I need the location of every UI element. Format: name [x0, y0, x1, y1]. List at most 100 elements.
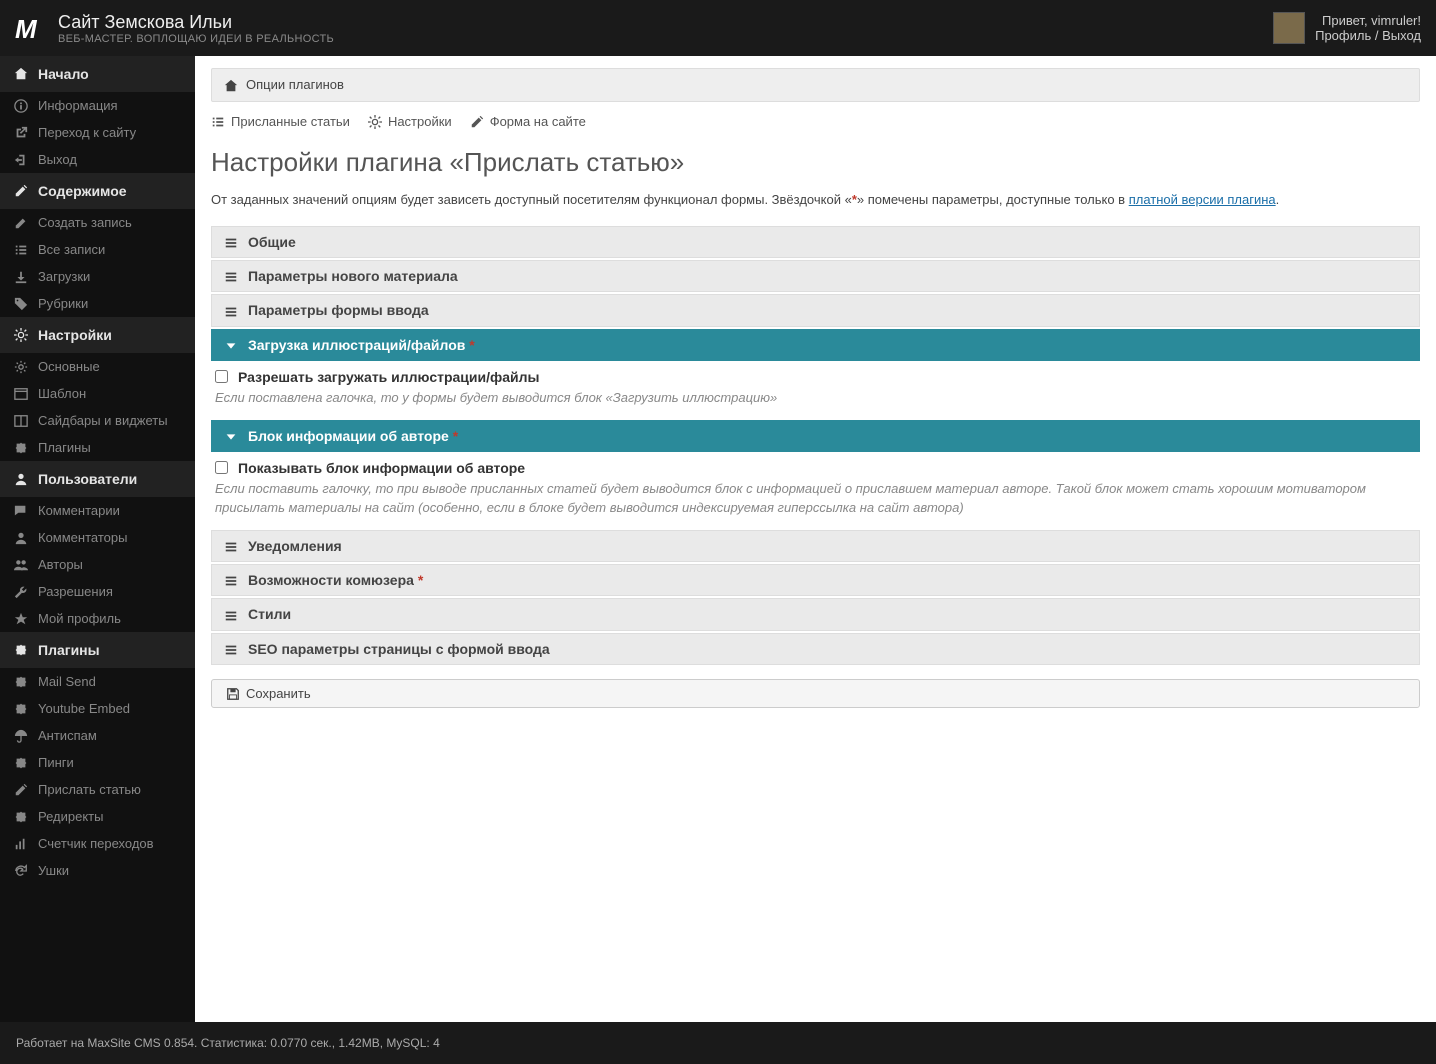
panel-header[interactable]: SEO параметры страницы с формой ввода — [211, 633, 1420, 665]
sidebar-item[interactable]: Авторы — [0, 551, 195, 578]
sidebar-item[interactable]: Основные — [0, 353, 195, 380]
panel-title: Возможности комюзера * — [248, 572, 423, 588]
breadcrumb-label: Опции плагинов — [246, 77, 344, 92]
sidebar-item[interactable]: Разрешения — [0, 578, 195, 605]
page-description: От заданных значений опциям будет зависе… — [211, 190, 1420, 210]
panel-header[interactable]: Стили — [211, 598, 1420, 630]
info-icon — [14, 98, 28, 113]
asterisk-icon: * — [418, 572, 423, 588]
asterisk-icon: * — [469, 337, 474, 353]
download-icon — [14, 269, 28, 284]
sidebar-group-header[interactable]: Содержимое — [0, 173, 195, 209]
sidebar-item[interactable]: Информация — [0, 92, 195, 119]
sidebar-group-header[interactable]: Настройки — [0, 317, 195, 353]
sidebar-item[interactable]: Пинги — [0, 749, 195, 776]
sidebar-item-label: Информация — [38, 98, 118, 113]
subnav-label: Настройки — [388, 114, 452, 129]
sidebar-item-label: Редиректы — [38, 809, 103, 824]
cog-icon — [14, 359, 28, 374]
edit-icon — [14, 184, 28, 199]
profile-link[interactable]: Профиль — [1315, 28, 1371, 43]
sidebar-item-label: Переход к сайту — [38, 125, 136, 140]
subnav-item[interactable]: Настройки — [368, 114, 452, 130]
sidebar-item[interactable]: Счетчик переходов — [0, 830, 195, 857]
panel-title: Параметры формы ввода — [248, 302, 429, 318]
checkbox[interactable] — [215, 461, 228, 474]
wrench-icon — [14, 584, 28, 599]
sidebar-item-label: Рубрики — [38, 296, 88, 311]
panel-header[interactable]: Уведомления — [211, 530, 1420, 562]
sidebar-item[interactable]: Шаблон — [0, 380, 195, 407]
save-icon — [226, 686, 240, 702]
subnav-item[interactable]: Присланные статьи — [211, 114, 350, 130]
sidebar-item-label: Шаблон — [38, 386, 86, 401]
hint-text: Если поставить галочку, то при выводе пр… — [215, 480, 1416, 518]
sidebar-item-label: Мой профиль — [38, 611, 121, 626]
sidebar-item-label: Пинги — [38, 755, 74, 770]
panel-header[interactable]: Параметры нового материала — [211, 260, 1420, 292]
sidebar-item[interactable]: Mail Send — [0, 668, 195, 695]
sidebar-item[interactable]: Youtube Embed — [0, 695, 195, 722]
sidebar-group-header[interactable]: Плагины — [0, 632, 195, 668]
sidebar-group-header[interactable]: Пользователи — [0, 461, 195, 497]
asterisk-icon: * — [453, 428, 458, 444]
sidebar-item[interactable]: Ушки — [0, 857, 195, 884]
sidebar-group-label: Настройки — [38, 327, 112, 343]
chevron-down-icon — [224, 428, 238, 444]
sidebar-item[interactable]: Загрузки — [0, 263, 195, 290]
sidebar-item[interactable]: Антиспам — [0, 722, 195, 749]
columns-icon — [14, 413, 28, 428]
sidebar-item-label: Загрузки — [38, 269, 90, 284]
sidebar-item[interactable]: Прислать статью — [0, 776, 195, 803]
sidebar-item-label: Основные — [38, 359, 100, 374]
home-icon — [224, 77, 238, 93]
sidebar-item-label: Счетчик переходов — [38, 836, 154, 851]
panel-header[interactable]: Возможности комюзера * — [211, 564, 1420, 596]
sidebar-item[interactable]: Создать запись — [0, 209, 195, 236]
sidebar-group-header[interactable]: Начало — [0, 56, 195, 92]
sidebar-item[interactable]: Комментарии — [0, 497, 195, 524]
save-button[interactable]: Сохранить — [211, 679, 1420, 709]
sidebar-item-label: Разрешения — [38, 584, 113, 599]
topbar: M Сайт Земскова Ильи Веб-мастер. Воплоща… — [0, 0, 1436, 56]
panel-header[interactable]: Блок информации об авторе * — [211, 420, 1420, 452]
list-icon — [211, 114, 225, 130]
sidebar-item[interactable]: Переход к сайту — [0, 119, 195, 146]
sidebar-group-label: Плагины — [38, 642, 100, 658]
footer: Работает на MaxSite CMS 0.854. Статистик… — [0, 1022, 1436, 1064]
checkbox-row: Разрешать загружать иллюстрации/файлы — [215, 369, 1416, 385]
sidebar: Начало Информация Переход к сайту Выход Соде… — [0, 56, 195, 1022]
puzzle-icon — [14, 643, 28, 658]
subnav-item[interactable]: Форма на сайте — [470, 114, 586, 130]
sidebar-item-label: Выход — [38, 152, 77, 167]
sidebar-item[interactable]: Все записи — [0, 236, 195, 263]
save-button-label: Сохранить — [246, 686, 311, 701]
panel-title: Стили — [248, 606, 291, 622]
sidebar-item-label: Ушки — [38, 863, 69, 878]
panel-header[interactable]: Параметры формы ввода — [211, 294, 1420, 326]
sidebar-item[interactable]: Редиректы — [0, 803, 195, 830]
paid-version-link[interactable]: платной версии плагина — [1129, 192, 1276, 207]
menu-icon — [224, 234, 238, 250]
sidebar-item[interactable]: Рубрики — [0, 290, 195, 317]
refresh-icon — [14, 863, 28, 878]
cogs-icon — [14, 328, 28, 343]
sidebar-item-label: Авторы — [38, 557, 83, 572]
sidebar-group-label: Содержимое — [38, 183, 127, 199]
panel-header[interactable]: Загрузка иллюстраций/файлов * — [211, 329, 1420, 361]
content: Опции плагинов Присланные статьи Настройк… — [195, 56, 1436, 1022]
sidebar-item[interactable]: Плагины — [0, 434, 195, 461]
sidebar-item[interactable]: Мой профиль — [0, 605, 195, 632]
home-icon — [14, 67, 28, 82]
panel-body: Разрешать загружать иллюстрации/файлыЕсл… — [211, 361, 1420, 418]
sidebar-group-label: Начало — [38, 66, 89, 82]
sidebar-item[interactable]: Комментаторы — [0, 524, 195, 551]
tags-icon — [14, 296, 28, 311]
panel-header[interactable]: Общие — [211, 226, 1420, 258]
puzzle-icon — [14, 701, 28, 716]
sidebar-item-label: Плагины — [38, 440, 91, 455]
sidebar-item[interactable]: Сайдбары и виджеты — [0, 407, 195, 434]
logout-link[interactable]: Выход — [1382, 28, 1421, 43]
sidebar-item[interactable]: Выход — [0, 146, 195, 173]
checkbox[interactable] — [215, 370, 228, 383]
